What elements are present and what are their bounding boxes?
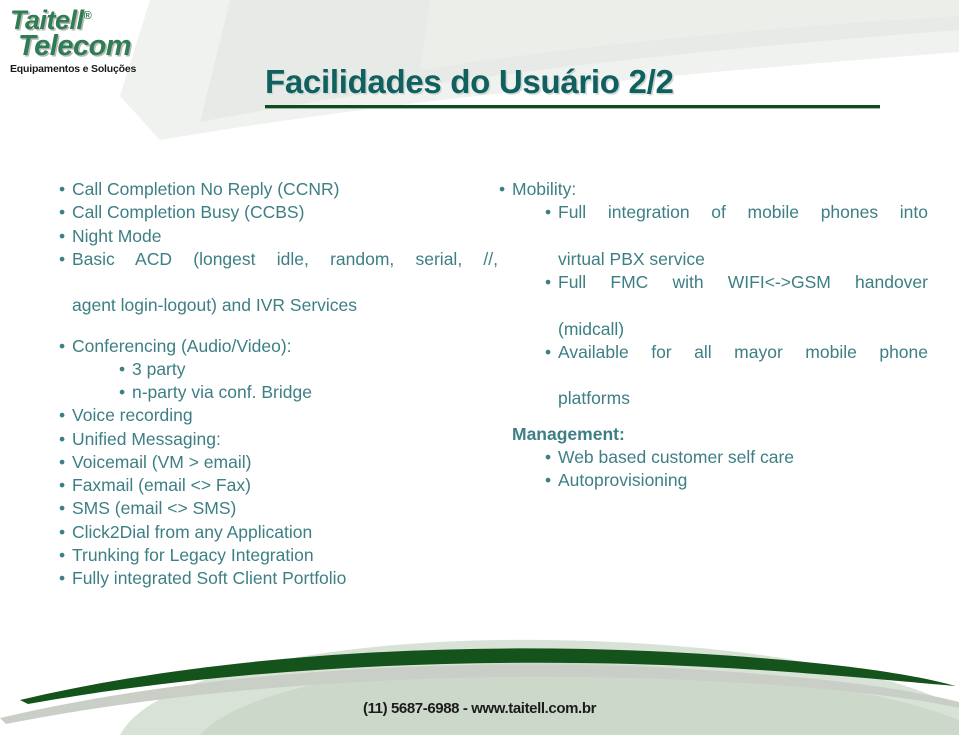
list-item: • n-party via conf. Bridge xyxy=(58,381,498,404)
bullet-icon: • xyxy=(59,405,66,426)
swoosh-shape-light xyxy=(120,639,959,735)
bullet-icon: • xyxy=(59,544,66,565)
list-item: • Voicemail (VM > email) xyxy=(58,451,498,474)
list-gap xyxy=(58,318,498,335)
list-item-label: Basic ACD (longest idle, random, serial,… xyxy=(72,248,498,269)
list-item-label: Web based customer self care xyxy=(558,446,795,467)
bullet-icon: • xyxy=(119,358,126,379)
list-item: • Click2Dial from any Application xyxy=(58,521,498,544)
list-item: • SMS (email <> SMS) xyxy=(58,497,498,520)
list-item: • Faxmail (email <> Fax) xyxy=(58,474,498,497)
list-item: • Call Completion No Reply (CCNR) xyxy=(58,178,498,201)
list-item: • Full integration of mobile phones into xyxy=(498,201,928,248)
bullet-icon: • xyxy=(59,179,66,199)
list-item-label: Unified Messaging: xyxy=(72,428,221,449)
list-item-label: Conferencing (Audio/Video): xyxy=(72,335,292,356)
list-item-label: platforms xyxy=(558,388,630,409)
list-item: • Night Mode xyxy=(58,225,498,248)
list-gap xyxy=(498,411,928,423)
bullet-icon: • xyxy=(59,475,66,496)
list-item-label: n-party via conf. Bridge xyxy=(132,382,312,403)
list-item-label: virtual PBX service xyxy=(558,248,705,269)
management-heading: Management: xyxy=(498,423,928,446)
list-item: • Unified Messaging: xyxy=(58,428,498,451)
list-item-label: (midcall) xyxy=(558,318,625,339)
bullet-icon: • xyxy=(545,470,552,491)
list-item-label: Autoprovisioning xyxy=(558,470,688,491)
list-item: • Voice recording xyxy=(58,404,498,427)
bullet-icon: • xyxy=(59,202,66,223)
list-item-label: Full integration of mobile phones into xyxy=(558,202,928,223)
list-item: • 3 party xyxy=(58,358,498,381)
company-logo: Taitell® Telecom Equipamentos e Soluções xyxy=(8,7,178,75)
list-item-continuation: agent login-logout) and IVR Services xyxy=(58,294,498,317)
logo-product-name: Telecom xyxy=(18,29,132,62)
list-item-label: Call Completion Busy (CCBS) xyxy=(72,202,305,223)
list-item-continuation: virtual PBX service xyxy=(498,248,928,271)
footer-contact-text: (11) 5687-6988 - www.taitell.com.br xyxy=(362,700,597,717)
bullet-icon: • xyxy=(59,498,66,519)
list-item-label: Trunking for Legacy Integration xyxy=(72,544,314,565)
bullet-icon: • xyxy=(545,272,552,293)
list-item: • Call Completion Busy (CCBS) xyxy=(58,201,498,224)
list-item: • Fully integrated Soft Client Portfolio xyxy=(58,567,498,590)
list-item-label: Available for all mayor mobile phone xyxy=(558,341,928,362)
mobility-heading: • Mobility: xyxy=(498,178,928,201)
list-item-label: agent login-logout) and IVR Services xyxy=(72,295,358,316)
list-item-label: Fully integrated Soft Client Portfolio xyxy=(72,568,347,589)
mobility-heading-label: Mobility: xyxy=(512,179,577,199)
bullet-icon: • xyxy=(499,179,506,199)
registered-trademark-icon: ® xyxy=(83,10,92,22)
bullet-icon: • xyxy=(59,521,66,542)
bullet-icon: • xyxy=(545,446,552,467)
logo-tagline: Equipamentos e Soluções xyxy=(10,62,137,75)
list-item: • Autoprovisioning xyxy=(498,469,928,492)
list-item-label: Call Completion No Reply (CCNR) xyxy=(72,179,340,199)
management-heading-label: Management: xyxy=(512,423,625,444)
bullet-icon: • xyxy=(59,248,66,269)
list-item-label: Voicemail (VM > email) xyxy=(72,451,252,472)
list-item-label: SMS (email <> SMS) xyxy=(72,498,237,519)
title-underline-rule xyxy=(265,105,880,109)
list-item-label: Full FMC with WIFI<->GSM handover xyxy=(558,272,928,293)
list-item: • Available for all mayor mobile phone xyxy=(498,341,928,388)
swoosh-shape-light2 xyxy=(200,662,959,735)
page-title: Facilidades do Usuário 2/2 xyxy=(265,63,674,100)
list-item-label: 3 party xyxy=(132,358,186,379)
bullet-icon: • xyxy=(119,382,126,403)
list-item-label: Click2Dial from any Application xyxy=(72,521,313,542)
slide-content: • Call Completion No Reply (CCNR) • Call… xyxy=(0,178,959,598)
list-item: • Basic ACD (longest idle, random, seria… xyxy=(58,248,498,295)
bullet-icon: • xyxy=(59,335,66,356)
swoosh-arc-dark xyxy=(20,648,956,704)
list-item-continuation: (midcall) xyxy=(498,318,928,341)
list-item: • Web based customer self care xyxy=(498,446,928,469)
list-item: • Full FMC with WIFI<->GSM handover xyxy=(498,271,928,318)
list-item: • Conferencing (Audio/Video): xyxy=(58,335,498,358)
list-item-continuation: platforms xyxy=(498,387,928,410)
bullet-icon: • xyxy=(545,341,552,362)
left-content-column: • Call Completion No Reply (CCNR) • Call… xyxy=(58,178,498,591)
bullet-icon: • xyxy=(59,568,66,589)
list-item-label: Voice recording xyxy=(72,405,193,426)
slide-canvas: Taitell® Telecom Equipamentos e Soluções… xyxy=(0,0,959,735)
title-block: Facilidades do Usuário 2/2 xyxy=(265,63,885,109)
bullet-icon: • xyxy=(59,428,66,449)
list-item: • Trunking for Legacy Integration xyxy=(58,544,498,567)
list-item-label: Faxmail (email <> Fax) xyxy=(72,475,251,496)
top-swoosh-band-pale xyxy=(420,0,959,70)
bullet-icon: • xyxy=(59,451,66,472)
list-item-label: Night Mode xyxy=(72,225,162,246)
bullet-icon: • xyxy=(545,202,552,223)
right-content-column: • Mobility: • Full integration of mobile… xyxy=(498,178,928,492)
bullet-icon: • xyxy=(59,225,66,246)
